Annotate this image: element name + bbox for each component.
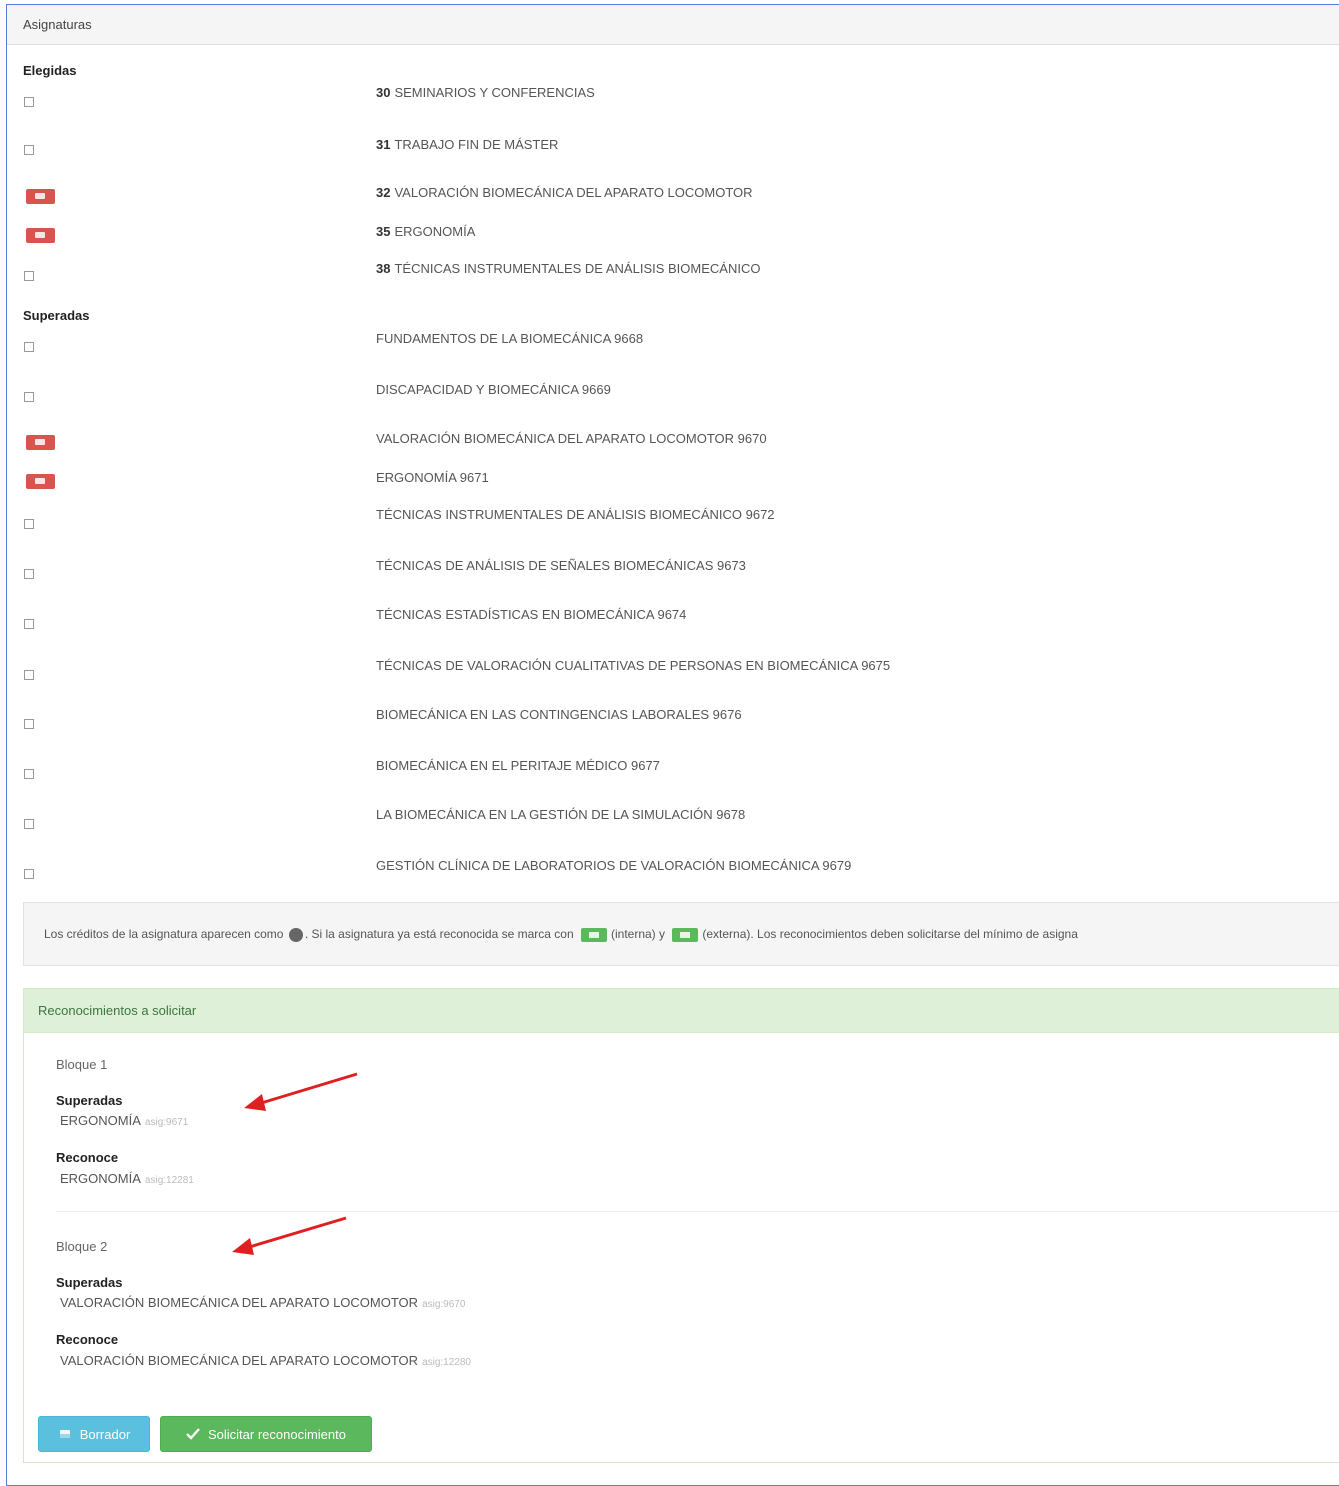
- annotation-arrows: [232, 1072, 358, 1255]
- annotation-arrow-1: [244, 1072, 358, 1111]
- annotation-arrow-2: [232, 1216, 347, 1255]
